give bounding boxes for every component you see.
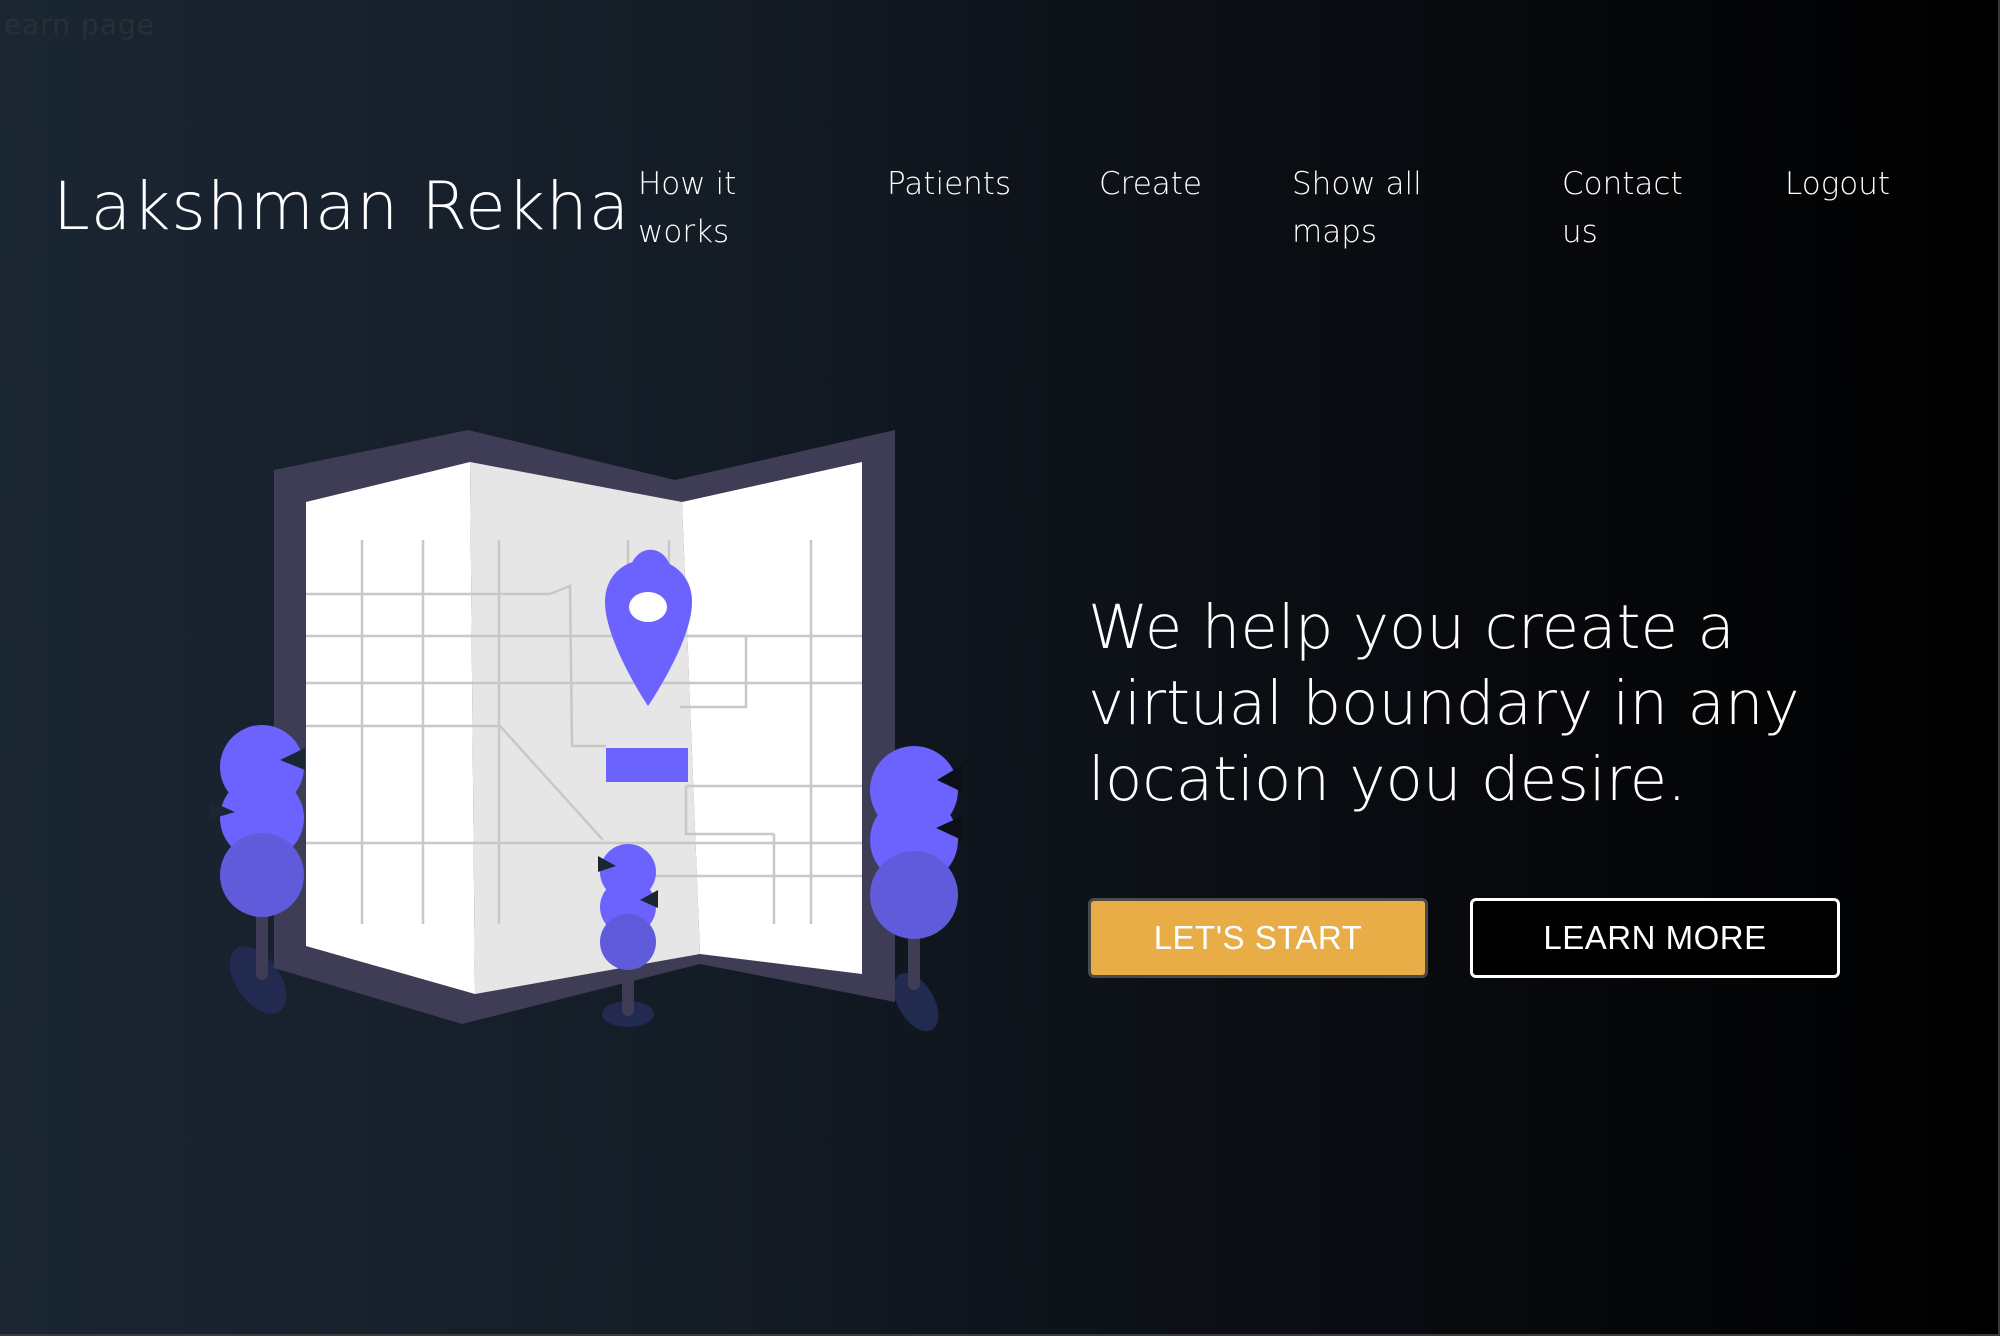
nav-contact-us[interactable]: Contact us: [1562, 160, 1683, 256]
map-panel-right: [682, 462, 862, 974]
nav-contact-us-line2: us: [1562, 214, 1598, 250]
nav-how-it-works-line2: works: [638, 214, 730, 250]
nav-create[interactable]: Create: [1099, 160, 1202, 208]
map-panel-left: [306, 462, 475, 994]
nav-how-it-works-line1: How it: [638, 166, 737, 202]
lets-start-button[interactable]: LET'S START: [1088, 898, 1428, 978]
nav-contact-us-line1: Contact: [1562, 166, 1683, 202]
page-label: earn page: [4, 8, 155, 41]
learn-more-button[interactable]: LEARN MORE: [1470, 898, 1840, 978]
map-panel-middle: [470, 462, 700, 994]
hero-headline: We help you create a virtual boundary in…: [1088, 592, 1800, 815]
nav-show-all-maps-line1: Show all: [1292, 166, 1422, 202]
nav-show-all-maps-line2: maps: [1292, 214, 1378, 250]
landing-page: earn page Lakshman Rekha How it works Pa…: [0, 0, 2000, 1336]
nav-logout[interactable]: Logout: [1785, 160, 1890, 208]
nav-show-all-maps[interactable]: Show all maps: [1292, 160, 1422, 256]
tree-icon-center: [598, 844, 658, 1016]
nav-how-it-works[interactable]: How it works: [638, 160, 736, 256]
top-nav: How it works Patients Create Show all ma…: [0, 160, 1998, 260]
map-illustration: [210, 430, 962, 1032]
nav-patients[interactable]: Patients: [887, 160, 1011, 208]
